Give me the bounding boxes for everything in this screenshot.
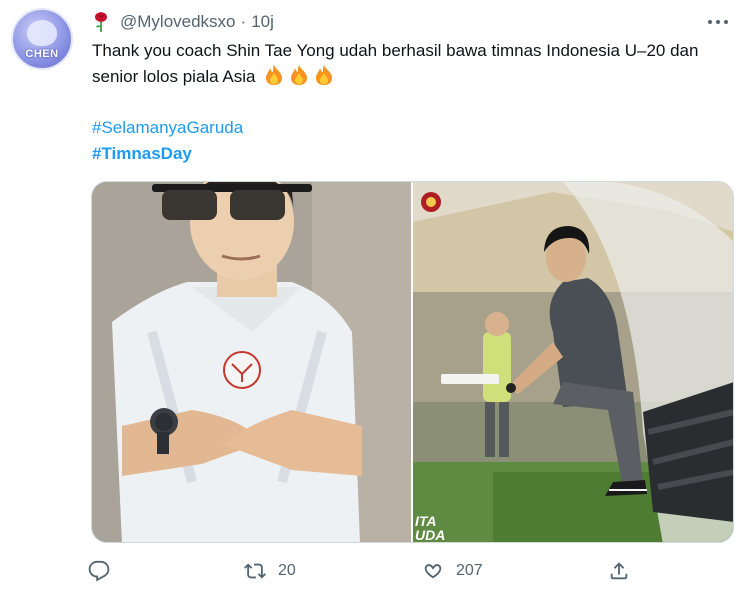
like-button[interactable]: 207 [422, 560, 483, 582]
retweet-count: 20 [278, 562, 296, 579]
like-count: 207 [456, 562, 483, 579]
fire-emoji [316, 65, 333, 85]
avatar[interactable]: CHEN [11, 8, 73, 70]
fire-emoji [291, 65, 308, 85]
avatar-figure [27, 20, 57, 46]
photo-coach-portrait[interactable] [92, 182, 411, 542]
reply-icon [88, 560, 110, 582]
coach-portrait-illustration [92, 182, 411, 542]
tweet-body: Thank you coach Shin Tae Yong udah berha… [92, 41, 699, 86]
photo-coach-bench[interactable]: ITA UDA [413, 182, 733, 542]
tweet-text: Thank you coach Shin Tae Yong udah berha… [92, 38, 732, 90]
like-icon [424, 564, 442, 579]
hashtag-link[interactable]: #TimnasDay [92, 141, 243, 167]
action-bar: 20 207 [88, 558, 648, 588]
reply-button[interactable] [88, 560, 122, 582]
avatar-label: CHEN [25, 48, 59, 60]
rose-icon [95, 12, 107, 32]
hashtag-link[interactable]: #SelamanyaGaruda [92, 115, 243, 141]
watermark-text: UDA [415, 527, 445, 542]
tweet-header: @Mylovedksxo · 10j [92, 10, 730, 34]
coach-bench-illustration: ITA UDA [413, 182, 733, 542]
share-icon [610, 562, 628, 580]
fire-emoji [266, 65, 283, 85]
timestamp[interactable]: 10j [251, 12, 274, 32]
hashtag-list: #SelamanyaGaruda #TimnasDay [92, 115, 243, 167]
retweet-icon [244, 563, 266, 579]
share-button[interactable] [608, 560, 642, 582]
retweet-button[interactable]: 20 [244, 560, 296, 582]
media-grid: ITA UDA [91, 181, 734, 543]
user-handle[interactable]: @Mylovedksxo [120, 12, 236, 32]
separator-dot: · [240, 12, 247, 31]
more-icon[interactable] [706, 12, 730, 32]
